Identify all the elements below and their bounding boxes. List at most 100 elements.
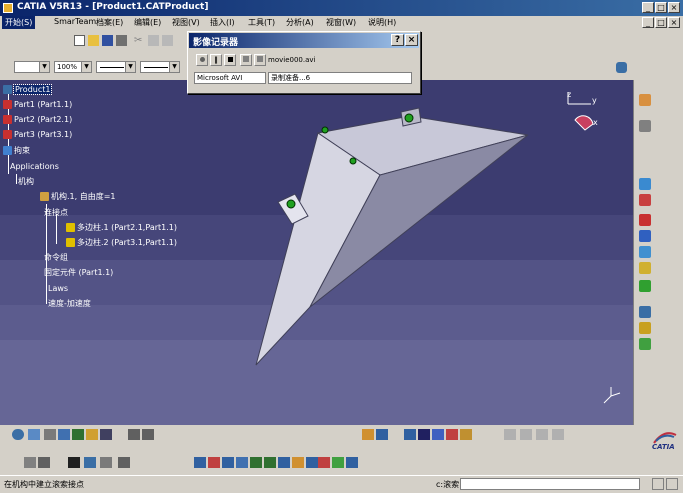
select-icon[interactable] (639, 94, 651, 106)
color-dropdown[interactable]: ▼ (14, 61, 50, 73)
tree-commands[interactable]: 命令组 (44, 253, 68, 263)
tree-constraints[interactable]: 拘束 (3, 146, 30, 156)
clash-icon[interactable] (432, 429, 444, 440)
menu-view[interactable]: 视图(V) (172, 17, 200, 28)
gear-icon[interactable] (639, 120, 651, 132)
dialog-help-button[interactable]: ? (391, 34, 404, 46)
zoom-out-icon[interactable] (264, 457, 276, 468)
cut-icon[interactable]: ✂ (134, 35, 145, 46)
table-icon[interactable] (68, 457, 80, 468)
rotate-icon[interactable] (58, 429, 70, 440)
save-icon[interactable] (102, 35, 113, 46)
record-icon[interactable] (318, 457, 330, 468)
menu-help[interactable]: 说明(H) (368, 17, 396, 28)
menu-edit[interactable]: 编辑(E) (134, 17, 161, 28)
swept-volume-icon[interactable] (639, 306, 651, 318)
distance-icon[interactable] (460, 429, 472, 440)
fly-mode-icon[interactable] (12, 429, 24, 440)
camera-icon[interactable] (306, 457, 318, 468)
zoom-dropdown[interactable]: 100% ▼ (54, 61, 92, 73)
joint-marker[interactable] (321, 126, 329, 134)
law-editor-icon[interactable] (38, 457, 50, 468)
command-ok-button[interactable] (652, 478, 664, 490)
swap-space-icon[interactable] (142, 429, 154, 440)
compass[interactable]: y z x (555, 90, 605, 140)
stop-button[interactable] (224, 54, 236, 66)
joint-tool-icon[interactable] (639, 194, 651, 206)
tree-mechanisms[interactable]: 机构 (18, 177, 34, 187)
minimize-button[interactable]: _ (642, 2, 654, 13)
fixed-part-icon[interactable] (639, 230, 651, 242)
settings-button[interactable] (240, 54, 252, 66)
new-icon[interactable] (74, 35, 85, 46)
move-icon[interactable] (194, 457, 206, 468)
maximize-button[interactable]: □ (655, 2, 667, 13)
tree-joints[interactable]: 连接点 (44, 208, 68, 218)
tree-joint-2[interactable]: 多边柱.2 (Part3.1,Part1.1) (66, 238, 177, 248)
tree-speed[interactable]: 速度-加速度 (48, 299, 91, 309)
parameters-icon[interactable] (118, 457, 130, 468)
doc-restore-button[interactable]: □ (655, 17, 667, 28)
format-field[interactable]: Microsoft AVI (194, 72, 266, 84)
menu-smarteam[interactable]: SmarTeam (54, 17, 96, 26)
knowledge-icon[interactable] (100, 457, 112, 468)
movie-icon[interactable] (346, 457, 358, 468)
part-model[interactable] (0, 80, 633, 425)
menu-window[interactable]: 视窗(W) (326, 17, 356, 28)
open-icon[interactable] (88, 35, 99, 46)
command-input[interactable] (460, 478, 640, 490)
pause-button[interactable]: ‖ (210, 54, 222, 66)
update-icon[interactable] (376, 429, 388, 440)
hide-show-icon[interactable] (128, 429, 140, 440)
tree-mechanism-1[interactable]: 机构.1, 自由度=1 (40, 192, 116, 202)
lineweight-dropdown[interactable]: ▼ (140, 61, 180, 73)
copy-icon[interactable] (148, 35, 159, 46)
law-icon[interactable] (639, 246, 651, 258)
dialog-close-button[interactable]: × (405, 34, 418, 46)
simulation-icon[interactable] (639, 178, 651, 190)
pan-icon[interactable] (44, 429, 56, 440)
doc-minimize-button[interactable]: _ (642, 17, 654, 28)
command-cancel-button[interactable] (666, 478, 678, 490)
joint-marker[interactable] (349, 157, 357, 165)
tree-root[interactable]: Product1 (3, 84, 53, 95)
render-style-icon[interactable] (100, 429, 112, 440)
menu-analyze[interactable]: 分析(A) (286, 17, 314, 28)
image-icon[interactable] (332, 457, 344, 468)
doc-close-button[interactable]: × (668, 17, 680, 28)
menu-file[interactable]: 档案(E) (96, 17, 123, 28)
explode-icon[interactable] (236, 457, 248, 468)
menu-insert[interactable]: 插入(I) (210, 17, 235, 28)
sensor-icon[interactable] (639, 262, 651, 274)
shading-icon[interactable] (292, 457, 304, 468)
trace-icon[interactable] (639, 322, 651, 334)
file-button[interactable] (254, 54, 266, 66)
measure-icon[interactable] (404, 429, 416, 440)
tree-laws[interactable]: Laws (48, 284, 68, 294)
speed-icon[interactable] (639, 338, 651, 350)
zoom-icon[interactable] (250, 457, 262, 468)
tree-part-3[interactable]: Part3 (Part3.1) (3, 130, 72, 140)
analysis-tool-icon[interactable] (418, 429, 430, 440)
section-icon[interactable] (446, 429, 458, 440)
view-icon[interactable] (86, 429, 98, 440)
record-button[interactable] (196, 54, 208, 66)
paste-icon[interactable] (162, 35, 173, 46)
joint-marker[interactable] (286, 199, 296, 209)
tree-joint-1[interactable]: 多边柱.1 (Part2.1,Part1.1) (66, 223, 177, 233)
catalog-icon[interactable] (84, 457, 96, 468)
tree-fixed[interactable]: 固定元件 (Part1.1) (44, 268, 113, 278)
manipulate-icon[interactable] (222, 457, 234, 468)
analysis-icon[interactable] (639, 280, 651, 292)
fit-all-icon[interactable] (28, 429, 40, 440)
menu-tools[interactable]: 工具(T) (248, 17, 275, 28)
snap-icon[interactable] (208, 457, 220, 468)
tree-part-1[interactable]: Part1 (Part1.1) (3, 100, 72, 110)
linetype-dropdown[interactable]: ▼ (96, 61, 136, 73)
formula-icon[interactable] (24, 457, 36, 468)
menu-start[interactable]: 开始(S) (2, 16, 36, 29)
print-icon[interactable] (116, 35, 127, 46)
assembly-icon[interactable] (639, 214, 651, 226)
zoom-in-icon[interactable] (72, 429, 84, 440)
constraint-icon[interactable] (362, 429, 374, 440)
